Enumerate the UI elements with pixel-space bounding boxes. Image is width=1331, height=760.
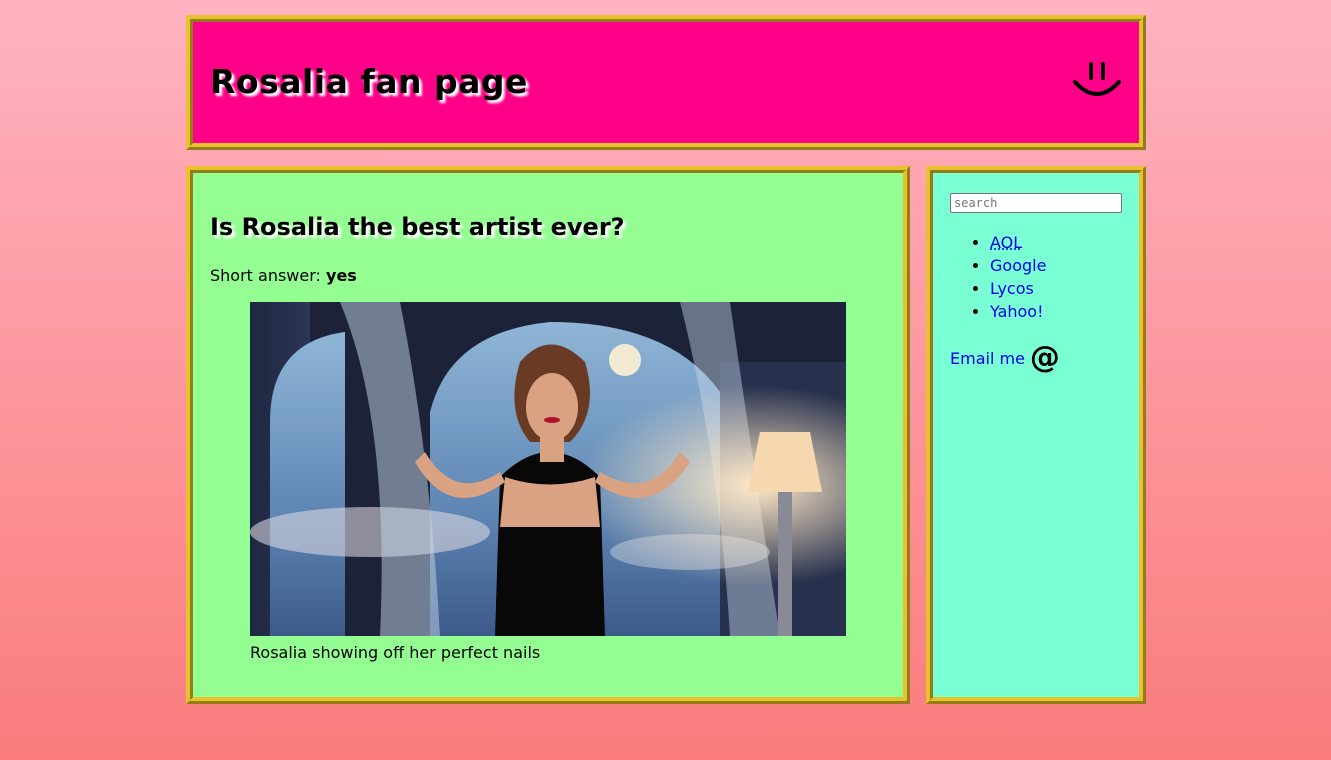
list-item: AOL (990, 231, 1046, 254)
link-lycos[interactable]: Lycos (990, 279, 1034, 298)
smiley-face-icon (1073, 62, 1121, 96)
short-answer: Short answer: yes (210, 266, 357, 285)
sidebar: AOL Google Lycos Yahoo! Email me @ (926, 166, 1146, 704)
link-yahoo[interactable]: Yahoo! (990, 302, 1044, 321)
search-engine-links: AOL Google Lycos Yahoo! (950, 231, 1046, 323)
link-aol[interactable]: AOL (990, 233, 1022, 252)
site-header: Rosalia fan page (186, 15, 1146, 150)
list-item: Lycos (990, 277, 1046, 300)
list-item: Google (990, 254, 1046, 277)
site-title: Rosalia fan page (210, 62, 528, 101)
email-me-link[interactable]: Email me @ (950, 343, 1060, 373)
article-title: Is Rosalia the best artist ever? (210, 213, 625, 241)
search-input[interactable] (950, 193, 1122, 213)
article-figure: Rosalia showing off her perfect nails (250, 302, 846, 662)
list-item: Yahoo! (990, 300, 1046, 323)
figure-caption: Rosalia showing off her perfect nails (250, 643, 541, 662)
at-sign-icon: @ (1029, 340, 1060, 375)
main-content: Is Rosalia the best artist ever? Short a… (186, 166, 910, 704)
rosalia-photo (250, 302, 846, 636)
email-label: Email me (950, 348, 1025, 368)
short-answer-value: yes (326, 266, 357, 285)
link-google[interactable]: Google (990, 256, 1046, 275)
short-answer-label: Short answer: (210, 266, 321, 285)
